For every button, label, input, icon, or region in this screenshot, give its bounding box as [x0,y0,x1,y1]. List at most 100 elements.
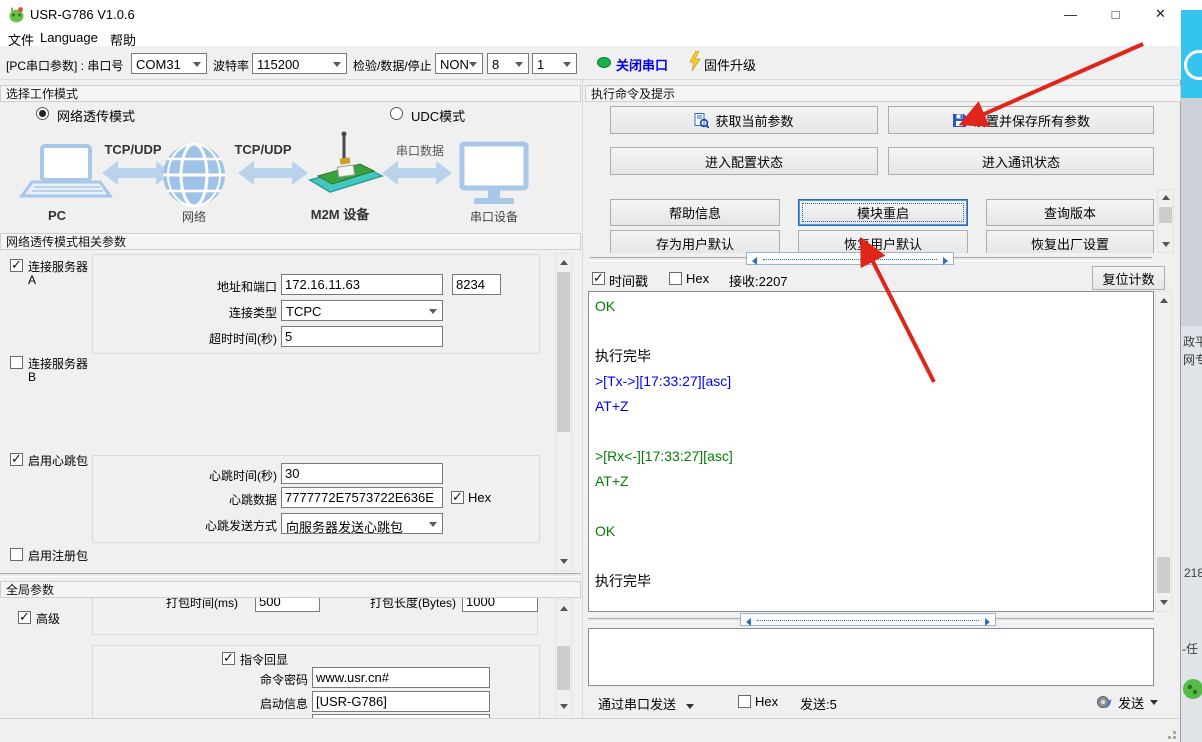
hb-data-input[interactable] [281,487,443,508]
timeout-input[interactable] [281,326,443,347]
pack-len-input[interactable] [462,598,538,612]
pc-label: PC [48,208,67,223]
baud-select[interactable]: 115200 [252,53,347,74]
restore-user-default-button[interactable]: 恢复用户默认 [798,230,968,253]
timestamp-checkbox[interactable]: ✓ [592,272,605,285]
work-mode-diagram: TCP/UDP TCP/UDP 串口数据 PC 网络 M2M 设备 串口设备 [10,128,575,228]
m2m-module-icon [310,132,382,193]
databits-select[interactable]: 8 [487,53,529,74]
factory-reset-button[interactable]: 恢复出厂设置 [986,230,1154,253]
scroll-up-icon[interactable] [560,260,568,265]
send-button[interactable]: 发送 [1096,690,1168,714]
send-input-area[interactable] [588,628,1154,686]
register-checkbox[interactable]: ✓ [10,548,23,561]
maximize-button[interactable]: □ [1093,0,1138,28]
pack-len-label: 打包长度(Bytes) [360,598,456,611]
get-params-button[interactable]: 获取当前参数 [610,106,878,134]
scroll-up-icon[interactable] [560,606,568,611]
scroll-down-icon[interactable] [1162,242,1170,247]
enter-comm-button[interactable]: 进入通讯状态 [888,147,1154,175]
scrollbar-thumb[interactable] [557,646,570,690]
send-hex-checkbox[interactable]: ✓ [738,695,751,708]
hb-hex-checkbox[interactable]: ✓ [451,491,464,504]
server-a-port-input[interactable] [452,274,501,295]
arrow-icon [102,161,172,185]
scroll-up-icon[interactable] [1160,298,1168,303]
firmware-upgrade-button[interactable]: 固件升级 [704,55,756,74]
log-hex-checkbox[interactable]: ✓ [669,272,682,285]
hb-mode-label: 心跳发送方式 [157,517,277,534]
background-app-icon [1182,678,1202,700]
hb-mode-select[interactable]: 向服务器发送心跳包 [281,513,443,534]
module-restart-button[interactable]: 模块重启 [798,199,968,226]
server-b-checkbox[interactable]: ✓ [10,356,23,369]
conn-type-select[interactable]: TCPC [281,300,443,321]
chevron-down-icon [193,62,201,67]
server-a-checkbox[interactable]: ✓ [10,259,23,272]
send-via-serial-dropdown[interactable]: 通过串口发送 [598,694,694,713]
addr-port-label: 地址和端口 [157,278,277,295]
server-a-label2: A [28,273,36,287]
network-label: 网络 [182,209,206,224]
send-hex-label: Hex [755,694,778,709]
global-params-scrollbar[interactable] [555,599,572,716]
reset-count-button[interactable]: 复位计数 [1092,266,1165,290]
scroll-down-icon[interactable] [1160,600,1168,605]
scroll-down-icon[interactable] [560,559,568,564]
com-port-select[interactable]: COM31 [131,53,207,74]
log-line: 执行完毕 [595,569,651,594]
slider-left-icon[interactable] [752,257,757,265]
hb-time-input[interactable] [281,463,443,484]
log-line: OK [595,294,615,319]
server-a-address-input[interactable] [281,274,443,295]
lightning-icon [688,51,701,71]
pack-time-label: 打包时间(ms) [112,598,238,611]
parity-select[interactable]: NONI [435,53,483,74]
udc-mode-radio[interactable] [390,107,403,120]
menu-bar: 文件 Language 帮助 [0,28,1181,46]
save-user-default-button[interactable]: 存为用户默认 [610,230,780,253]
udc-mode-label: UDC模式 [411,106,465,125]
pack-time-input[interactable] [255,598,320,612]
work-mode-header: 选择工作模式 [0,85,581,102]
stopbits-select[interactable]: 1 [532,53,577,74]
advanced-checkbox[interactable]: ✓ [18,611,31,624]
boot-msg-label: 启动信息 [208,695,308,712]
serial-device-icon [462,144,526,204]
scroll-down-icon[interactable] [560,704,568,709]
query-version-button[interactable]: 查询版本 [986,199,1154,226]
net-params-scrollbar[interactable] [555,253,572,571]
close-serial-button[interactable]: 关闭串口 [616,55,668,74]
net-mode-radio[interactable] [36,107,49,120]
scrollbar-thumb[interactable] [1157,557,1170,593]
slider-right-icon[interactable] [985,618,990,626]
m2m-label: M2M 设备 [311,207,371,222]
panel-divider [582,80,583,718]
heartbeat-checkbox[interactable]: ✓ [10,453,23,466]
panel-splitter[interactable] [0,573,581,577]
enter-config-button[interactable]: 进入配置状态 [610,147,878,175]
slider-right-icon[interactable] [943,257,948,265]
close-button[interactable]: ✕ [1138,0,1183,28]
slider-left-icon[interactable] [746,618,751,626]
boot-msg-input[interactable] [312,691,490,712]
parity-label: 检验/数据/停止 [353,57,432,74]
echo-checkbox[interactable]: ✓ [222,652,235,665]
commands-hscroll-slider[interactable] [746,252,954,265]
chevron-down-icon [686,704,694,709]
minimize-button[interactable]: — [1048,0,1093,28]
set-save-params-button[interactable]: 设置并保存所有参数 [888,106,1154,134]
menu-language[interactable]: Language [36,29,102,46]
log-hscroll-slider[interactable] [740,613,996,626]
scroll-up-icon[interactable] [1162,195,1170,200]
hb-time-label: 心跳时间(秒) [157,467,277,484]
commands-scrollbar[interactable] [1157,189,1174,253]
cmd-pwd-input[interactable] [312,667,490,688]
scrollbar-thumb[interactable] [557,272,570,432]
app-icon [8,6,25,23]
log-scrollbar[interactable] [1155,291,1172,612]
log-output-area[interactable]: OK 执行完毕 >[Tx->][17:33:27][asc] AT+Z >[Rx… [588,291,1154,612]
help-button[interactable]: 帮助信息 [610,199,780,226]
scrollbar-thumb[interactable] [1159,207,1172,223]
advanced-label: 高级 [36,610,60,627]
